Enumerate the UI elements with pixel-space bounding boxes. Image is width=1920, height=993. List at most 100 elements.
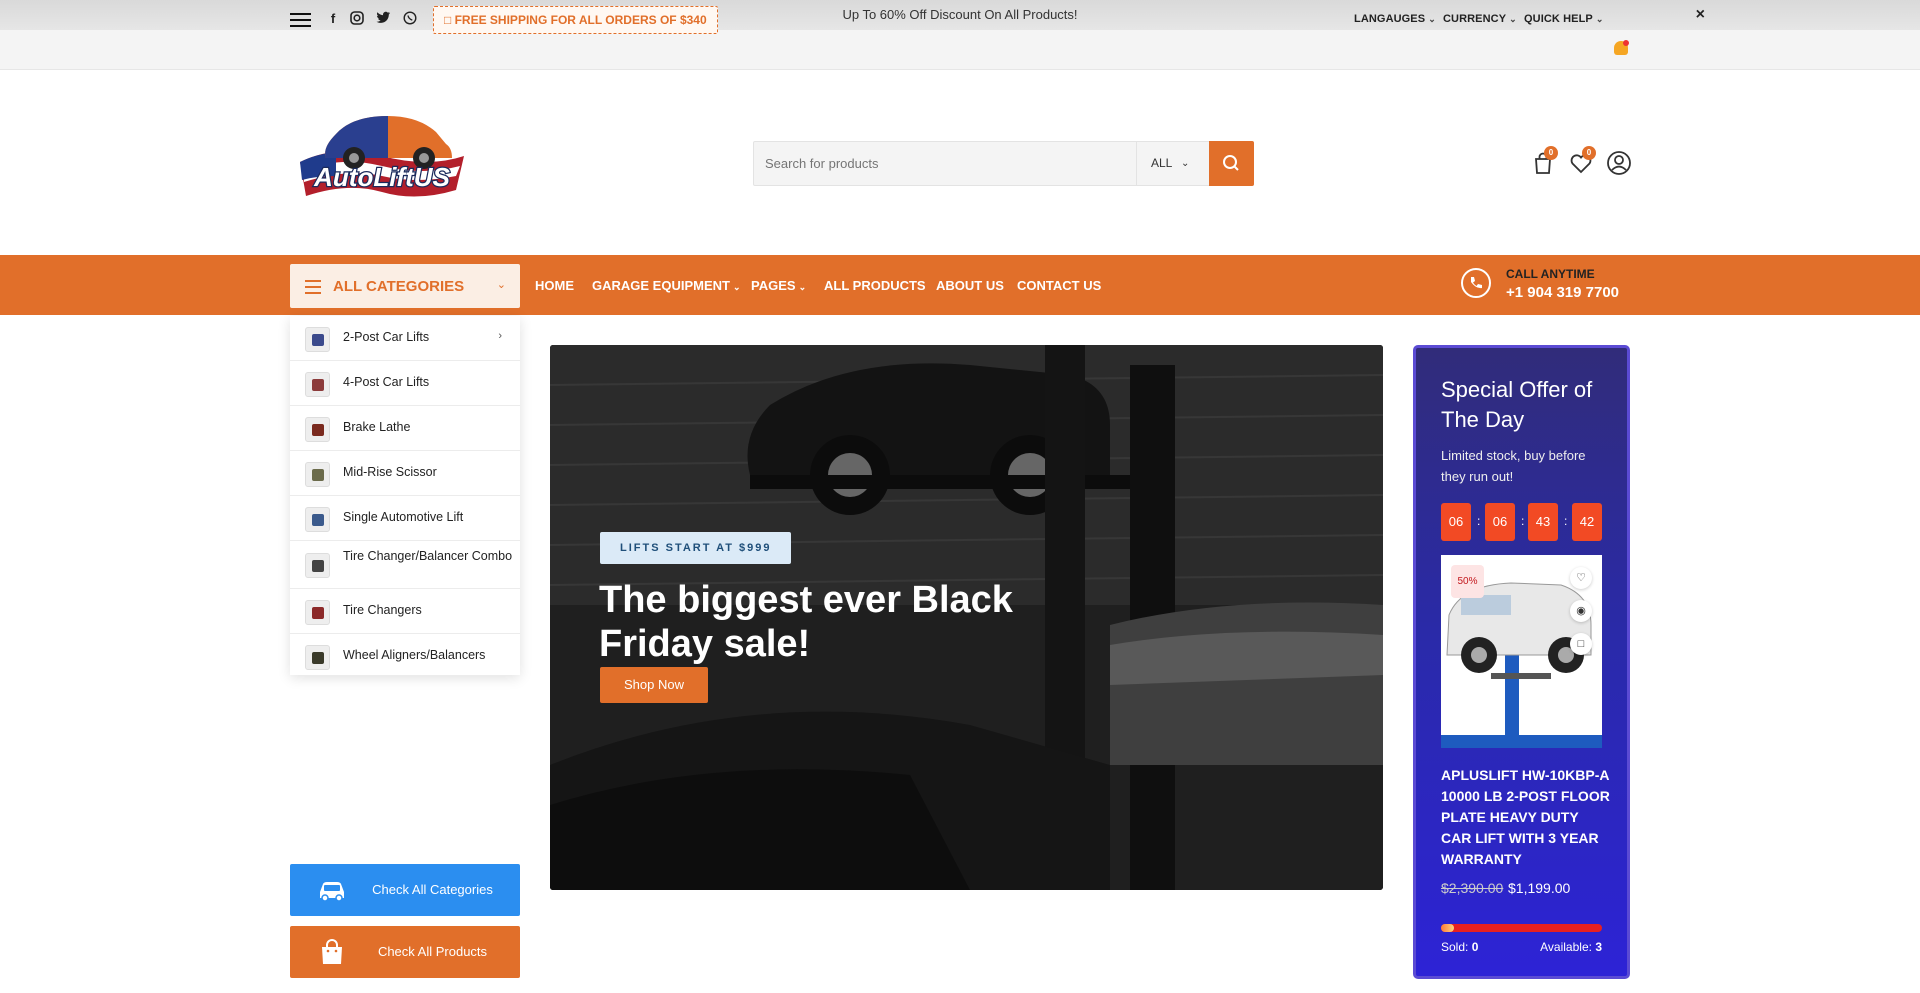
product-image[interactable]: 50% ♡ ◉ □	[1441, 555, 1602, 748]
check-all-categories-button[interactable]: Check All Categories	[290, 864, 520, 916]
account-icon[interactable]	[1606, 150, 1632, 176]
promo-bar: Up To 60% Off Discount On All Products! …	[0, 0, 1920, 30]
wishlist-count-badge: 0	[1582, 146, 1596, 160]
search-category-select[interactable]: ALL ⌄	[1136, 142, 1208, 185]
category-item[interactable]: Tire Changer/Balancer Combo	[290, 541, 520, 589]
stock-progress-fill	[1441, 924, 1454, 932]
category-thumbnail-color	[312, 379, 324, 391]
eye-icon[interactable]: ◉	[1570, 600, 1592, 622]
category-item[interactable]: Tire Changers	[290, 589, 520, 634]
countdown-minutes: 06	[1485, 503, 1515, 541]
category-label: Wheel Aligners/Balancers	[343, 648, 486, 662]
currency-label: CURRENCY	[1443, 13, 1507, 25]
heart-icon[interactable]: ♡	[1570, 567, 1592, 589]
svg-text:AutoLiftUS: AutoLiftUS	[313, 162, 450, 192]
quick-help-label: QUICK HELP	[1524, 13, 1593, 25]
shop-now-button[interactable]: Shop Now	[600, 667, 708, 703]
languages-label: LANGAUGES	[1354, 13, 1426, 25]
hero-title: The biggest ever Black Friday sale!	[599, 579, 1013, 665]
quick-help-menu[interactable]: QUICK HELP ⌄	[1524, 13, 1604, 25]
chat-icon: □	[444, 13, 452, 27]
currency-menu[interactable]: CURRENCY ⌄	[1443, 13, 1517, 25]
chevron-down-icon: ⌄	[1181, 158, 1190, 169]
menu-icon	[305, 280, 321, 298]
hero-banner: LIFTS START AT $999 The biggest ever Bla…	[550, 345, 1383, 890]
category-item[interactable]: Mid-Rise Scissor	[290, 451, 520, 496]
category-thumbnail	[305, 600, 330, 625]
cart-count-badge: 0	[1544, 146, 1558, 160]
chevron-down-icon: ⌄	[1509, 14, 1517, 24]
twitter-icon[interactable]	[375, 11, 391, 27]
check-all-products-label: Check All Products	[377, 944, 488, 959]
close-icon[interactable]: ×	[1696, 0, 1705, 30]
category-label: Single Automotive Lift	[343, 510, 464, 524]
free-shipping-text: FREE SHIPPING FOR ALL ORDERS OF $340	[454, 13, 707, 27]
category-thumbnail-color	[312, 652, 324, 664]
free-shipping-badge: □ FREE SHIPPING FOR ALL ORDERS OF $340	[433, 6, 718, 34]
nav-pages-label: PAGES	[751, 278, 796, 293]
category-thumbnail-color	[312, 560, 324, 572]
price-new: $1,199.00	[1508, 880, 1571, 896]
chevron-down-icon: ⌄	[732, 282, 741, 292]
category-label: Tire Changers	[343, 603, 422, 617]
category-thumbnail-color	[312, 424, 324, 436]
bag-icon[interactable]: □	[1570, 633, 1592, 655]
category-thumbnail	[305, 417, 330, 442]
countdown-seconds: 43	[1528, 503, 1558, 541]
chevron-down-icon: ⌄	[1595, 14, 1604, 24]
category-thumbnail-color	[312, 469, 324, 481]
offer-subtitle: Limited stock, buy before they run out!	[1441, 448, 1586, 484]
search-category-label: ALL	[1151, 156, 1173, 170]
countdown-fraction: 42	[1572, 503, 1602, 541]
available-count: Available: 3	[1540, 940, 1602, 954]
phone-number[interactable]: +1 904 319 7700	[1506, 284, 1619, 301]
offer-title: Special Offer of The Day	[1441, 377, 1593, 432]
category-label: Mid-Rise Scissor	[343, 465, 437, 479]
category-thumbnail	[305, 507, 330, 532]
languages-menu[interactable]: LANGAUGES ⌄	[1354, 13, 1436, 25]
utility-bar	[0, 30, 1920, 70]
category-thumbnail-color	[312, 514, 324, 526]
nav-garage-equipment[interactable]: GARAGE EQUIPMENT ⌄	[592, 278, 741, 293]
category-thumbnail	[305, 553, 330, 578]
category-item[interactable]: Wheel Aligners/Balancers	[290, 634, 520, 679]
category-item[interactable]: Single Automotive Lift	[290, 496, 520, 541]
nav-contact-us[interactable]: CONTACT US	[1017, 278, 1101, 293]
nav-home[interactable]: HOME	[535, 278, 574, 293]
site-logo[interactable]: AutoLiftUS	[296, 104, 468, 210]
countdown-hours: 06	[1441, 503, 1471, 541]
call-anytime-label: CALL ANYTIME	[1506, 267, 1595, 281]
promo-text: Up To 60% Off Discount On All Products!	[842, 7, 1078, 22]
hero-tag: LIFTS START AT $999	[600, 532, 792, 564]
check-all-categories-label: Check All Categories	[372, 882, 493, 897]
all-categories-button[interactable]: ALL CATEGORIES ⌄	[290, 264, 520, 308]
phone-icon	[1461, 268, 1491, 298]
category-thumbnail	[305, 372, 330, 397]
check-all-products-button[interactable]: Check All Products	[290, 926, 520, 978]
product-name[interactable]: APLUSLIFT HW-10KBP-A 10000 LB 2-POST FLO…	[1441, 765, 1611, 870]
category-item[interactable]: Brake Lathe	[290, 406, 520, 451]
instagram-icon[interactable]	[349, 11, 365, 27]
sold-value: 0	[1471, 940, 1479, 954]
nav-all-products[interactable]: ALL PRODUCTS	[824, 278, 926, 293]
chevron-down-icon: ⌄	[798, 282, 807, 292]
category-item[interactable]: 2-Post Car Lifts ›	[290, 316, 520, 361]
category-thumbnail	[305, 645, 330, 670]
category-thumbnail	[305, 327, 330, 352]
search-button[interactable]	[1209, 141, 1254, 186]
discount-badge: 50%	[1451, 565, 1484, 598]
sold-label: Sold:	[1441, 940, 1469, 954]
nav-about-us[interactable]: ABOUT US	[936, 278, 1004, 293]
available-value: 3	[1595, 940, 1602, 954]
facebook-icon[interactable]: f	[325, 11, 341, 27]
search-input[interactable]	[754, 142, 1136, 185]
menu-icon[interactable]	[290, 13, 311, 27]
category-item[interactable]: 4-Post Car Lifts	[290, 361, 520, 406]
whatsapp-icon[interactable]	[402, 11, 418, 27]
category-label: Brake Lathe	[343, 420, 411, 434]
countdown-separator: :	[1521, 514, 1525, 528]
price-old: $2,390.00	[1441, 880, 1504, 896]
nav-pages[interactable]: PAGES ⌄	[751, 278, 806, 293]
chevron-down-icon: ⌄	[496, 279, 506, 291]
nav-garage-equipment-label: GARAGE EQUIPMENT	[592, 278, 730, 293]
